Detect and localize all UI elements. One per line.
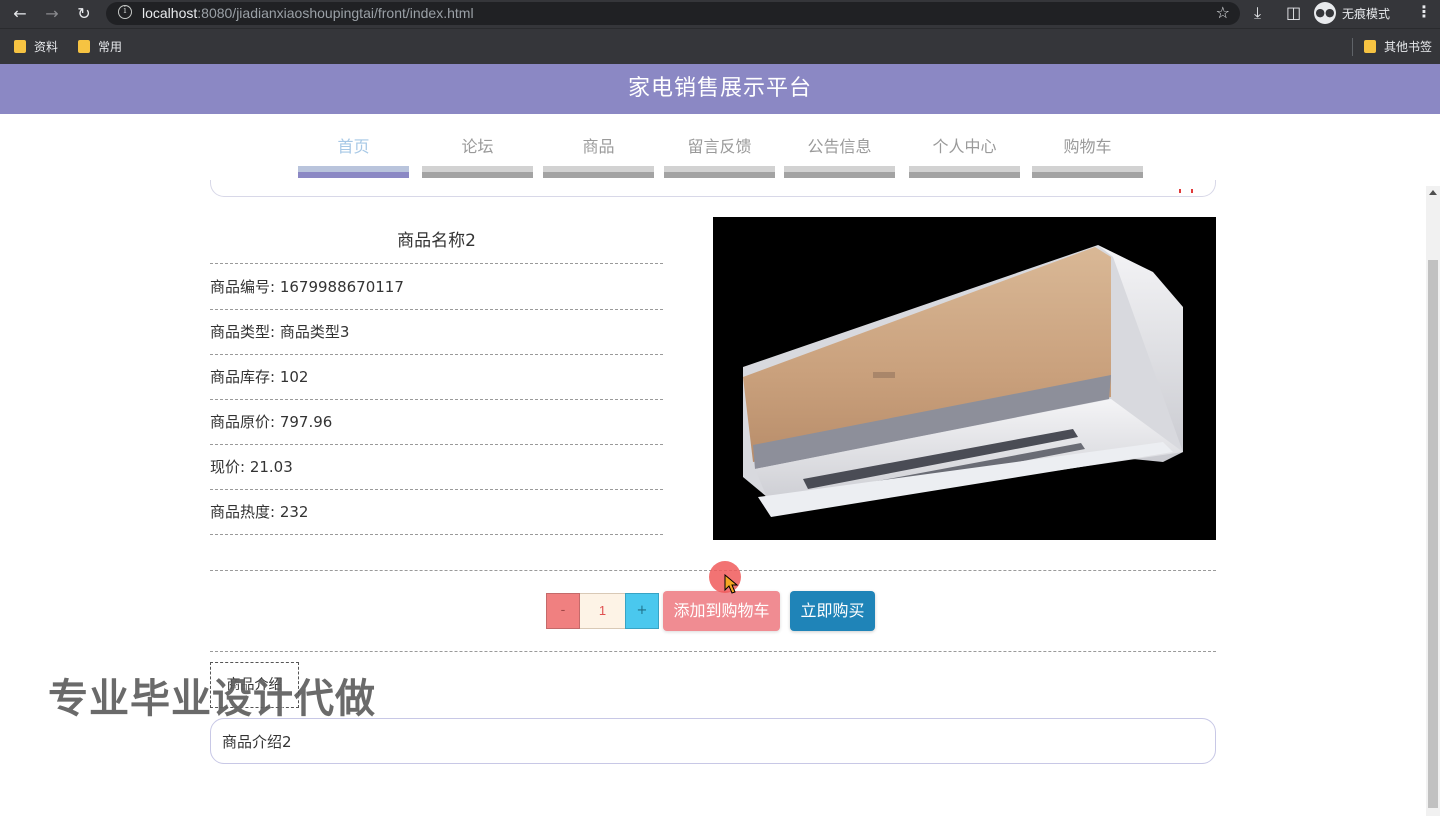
site-info-icon[interactable]: i bbox=[118, 5, 132, 19]
reload-icon[interactable]: ↻ bbox=[74, 4, 94, 24]
product-id-row: 商品编号: 1679988670117 bbox=[210, 265, 663, 310]
mouse-cursor-icon bbox=[724, 574, 739, 594]
bookmarks-bar: 资料 常用 其他书签 bbox=[0, 28, 1440, 64]
folder-icon bbox=[78, 40, 90, 53]
folder-icon bbox=[14, 40, 26, 53]
back-arrow-icon[interactable]: ← bbox=[10, 4, 30, 24]
quantity-increase-button[interactable]: + bbox=[625, 593, 659, 629]
nav-item-announcements[interactable]: 公告信息 bbox=[784, 128, 895, 178]
product-popularity-row: 商品热度: 232 bbox=[210, 490, 663, 535]
site-title: 家电销售展示平台 bbox=[627, 76, 812, 101]
scrollbar[interactable] bbox=[1426, 186, 1440, 816]
browser-toolbar: ← → ↻ i localhost:8080/jiadianxiaoshoupi… bbox=[0, 0, 1440, 28]
address-bar[interactable]: i localhost:8080/jiadianxiaoshoupingtai/… bbox=[106, 2, 1240, 25]
bookmark-folder-changyong[interactable]: 常用 bbox=[78, 38, 122, 55]
main-nav: 首页 论坛 商品 留言反馈 公告信息 个人中心 购物车 bbox=[298, 128, 1144, 180]
nav-item-home[interactable]: 首页 bbox=[298, 128, 409, 178]
air-conditioner-illustration bbox=[713, 217, 1216, 540]
incognito-label: 无痕模式 bbox=[1342, 6, 1391, 21]
product-name: 商品名称2 bbox=[210, 220, 663, 264]
section-divider bbox=[210, 651, 1216, 652]
add-to-cart-button[interactable]: 添加到购物车 bbox=[663, 591, 780, 631]
bookmark-star-icon[interactable]: ☆ bbox=[1216, 3, 1230, 22]
bookmark-folder-other[interactable]: 其他书签 bbox=[1364, 38, 1432, 55]
nav-item-feedback[interactable]: 留言反馈 bbox=[664, 128, 775, 178]
search-box-fragment bbox=[210, 180, 1216, 197]
browser-menu-icon[interactable]: ⋮ bbox=[1416, 2, 1432, 21]
quantity-decrease-button[interactable]: - bbox=[546, 593, 580, 629]
product-stock-row: 商品库存: 102 bbox=[210, 355, 663, 400]
product-description: 商品介绍2 bbox=[210, 718, 1216, 764]
side-panel-icon[interactable]: ◫ bbox=[1286, 3, 1301, 22]
nav-item-cart[interactable]: 购物车 bbox=[1032, 128, 1143, 178]
product-original-price-row: 商品原价: 797.96 bbox=[210, 400, 663, 445]
product-type-row: 商品类型: 商品类型3 bbox=[210, 310, 663, 355]
forward-arrow-icon[interactable]: → bbox=[42, 4, 62, 24]
incognito-indicator[interactable]: ●● 无痕模式 bbox=[1314, 2, 1390, 24]
nav-item-forum[interactable]: 论坛 bbox=[422, 128, 533, 178]
search-icon bbox=[1179, 189, 1193, 193]
watermark: 专业毕业设计代做 bbox=[48, 676, 376, 722]
bookmark-folder-ziliao[interactable]: 资料 bbox=[14, 38, 58, 55]
quantity-input[interactable]: 1 bbox=[580, 593, 625, 629]
buy-now-button[interactable]: 立即购买 bbox=[790, 591, 875, 631]
nav-item-profile[interactable]: 个人中心 bbox=[909, 128, 1020, 178]
folder-icon bbox=[1364, 40, 1376, 53]
incognito-icon: ●● bbox=[1314, 2, 1336, 24]
product-current-price-row: 现价: 21.03 bbox=[210, 445, 663, 490]
scroll-up-icon[interactable] bbox=[1429, 190, 1437, 195]
download-icon[interactable]: ⤓ bbox=[1254, 3, 1261, 23]
scrollbar-thumb[interactable] bbox=[1428, 260, 1438, 808]
nav-item-products[interactable]: 商品 bbox=[543, 128, 654, 178]
site-header: 家电销售展示平台 bbox=[0, 64, 1440, 114]
url-text: localhost:8080/jiadianxiaoshoupingtai/fr… bbox=[142, 5, 474, 21]
bookmarks-separator bbox=[1352, 38, 1353, 56]
product-image bbox=[713, 217, 1216, 540]
